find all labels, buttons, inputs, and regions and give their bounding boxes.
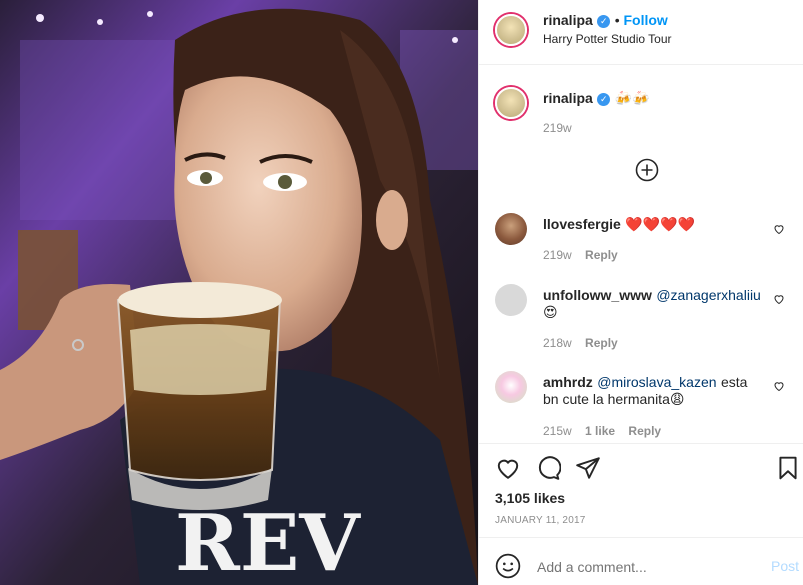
- comment-avatar[interactable]: [495, 284, 527, 316]
- comment-time[interactable]: 215w: [543, 424, 572, 438]
- post-button[interactable]: Post: [771, 558, 799, 574]
- emoji-smiley-icon[interactable]: [495, 553, 521, 579]
- likes-count-link[interactable]: 1 like: [585, 424, 615, 438]
- follow-button[interactable]: Follow: [624, 12, 668, 28]
- comment-text: 😍: [543, 304, 558, 320]
- caption-time[interactable]: 219w: [543, 121, 572, 135]
- reply-button[interactable]: Reply: [585, 248, 618, 262]
- comment-time[interactable]: 218w: [543, 336, 572, 350]
- header-user-row: rinalipa ✓ • Follow: [543, 12, 668, 30]
- comment-username[interactable]: llovesfergie: [543, 216, 621, 232]
- comment-username[interactable]: amhrdz: [543, 374, 593, 390]
- share-send-icon[interactable]: [575, 455, 601, 481]
- post-date[interactable]: JANUARY 11, 2017: [495, 515, 585, 526]
- save-bookmark-icon[interactable]: [775, 455, 801, 481]
- comment-meta-3: 215w 1 like Reply: [543, 424, 661, 438]
- comment-meta-1: 219w Reply: [543, 248, 618, 262]
- comment-text: bn cute la hermanita😩: [543, 391, 685, 407]
- verified-badge-icon: ✓: [597, 15, 611, 28]
- comment-mention[interactable]: @zanagerxhaliiu: [656, 287, 761, 303]
- header-avatar[interactable]: [495, 14, 527, 46]
- location-link[interactable]: Harry Potter Studio Tour: [543, 32, 672, 46]
- plus-circle-icon[interactable]: [635, 158, 659, 182]
- dot-separator: •: [614, 12, 624, 28]
- header-divider: [479, 64, 803, 65]
- caption-row: rinalipa ✓ 🍻🍻: [543, 90, 650, 108]
- comment-avatar[interactable]: [495, 371, 527, 403]
- verified-badge-icon: ✓: [597, 93, 611, 106]
- post-photo[interactable]: REV: [0, 0, 478, 585]
- comment-box-divider: [479, 537, 803, 538]
- actions-divider: [479, 443, 803, 444]
- comment-bubble-icon[interactable]: [535, 455, 561, 481]
- comment-row-1: llovesfergie ❤️❤️❤️❤️: [543, 216, 695, 234]
- heart-icon[interactable]: [773, 223, 785, 235]
- comment-row-3: amhrdz @miroslava_kazen esta: [543, 374, 747, 392]
- heart-icon[interactable]: [773, 380, 785, 392]
- caption-avatar[interactable]: [495, 87, 527, 119]
- reply-button[interactable]: Reply: [628, 424, 661, 438]
- comment-text: esta: [720, 374, 748, 390]
- header-username[interactable]: rinalipa: [543, 12, 593, 28]
- likes-count[interactable]: 3,105 likes: [495, 490, 565, 506]
- heart-icon[interactable]: [773, 293, 785, 305]
- svg-text:REV: REV: [175, 498, 361, 585]
- comment-username[interactable]: unfolloww_www: [543, 287, 652, 303]
- comment-input[interactable]: [535, 556, 759, 578]
- post-details-panel: rinalipa ✓ • Follow Harry Potter Studio …: [478, 0, 803, 585]
- comment-time[interactable]: 219w: [543, 248, 572, 262]
- comment-text: ❤️❤️❤️❤️: [625, 216, 696, 232]
- photo-illustration: REV: [0, 0, 478, 585]
- caption-username[interactable]: rinalipa: [543, 90, 593, 106]
- comment-mention[interactable]: @miroslava_kazen: [597, 374, 716, 390]
- caption-text: 🍻🍻: [614, 90, 650, 106]
- comment-row-2: unfolloww_www @zanagerxhaliiu: [543, 287, 761, 305]
- comment-avatar[interactable]: [495, 213, 527, 245]
- comment-meta-2: 218w Reply: [543, 336, 618, 350]
- like-heart-icon[interactable]: [495, 455, 521, 481]
- instagram-post-window: REV rinalipa ✓ • Follow Harry Potter Stu…: [0, 0, 803, 585]
- reply-button[interactable]: Reply: [585, 336, 618, 350]
